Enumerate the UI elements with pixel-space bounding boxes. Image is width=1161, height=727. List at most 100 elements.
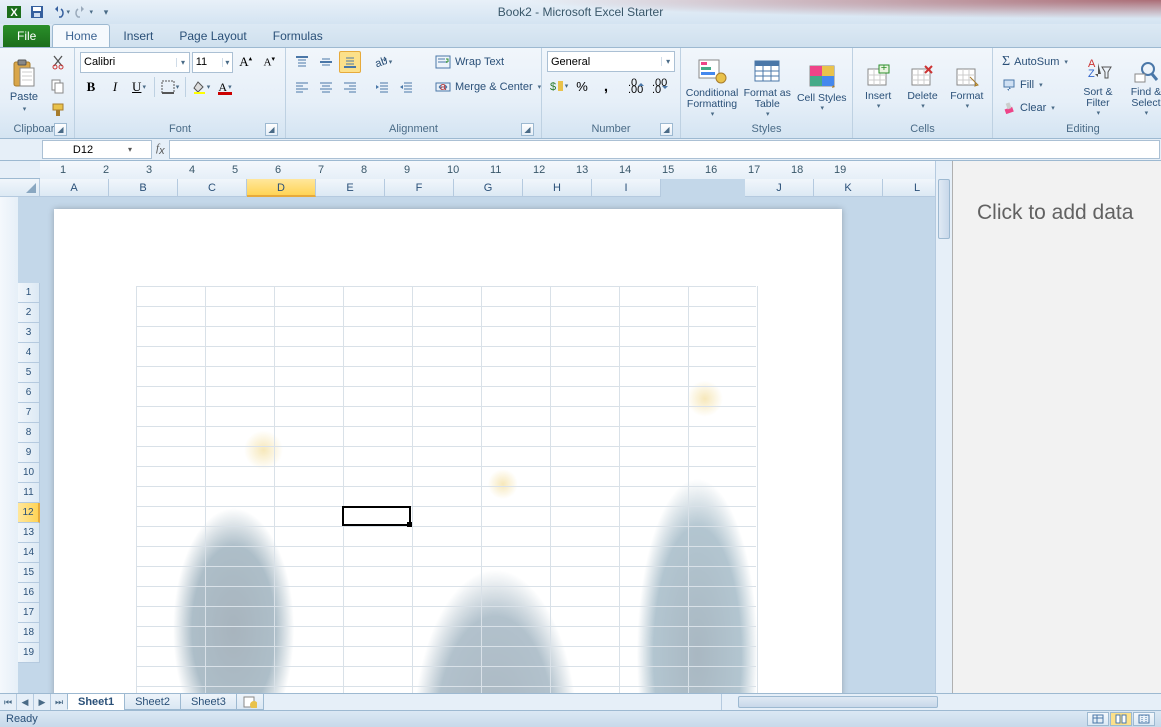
decrease-decimal-icon[interactable]: .00.0 (649, 75, 671, 97)
column-header[interactable]: H (523, 179, 592, 197)
comma-icon[interactable]: , (595, 75, 617, 97)
sheet-tab[interactable]: Sheet1 (67, 694, 125, 710)
merge-center-button[interactable]: aMerge & Center▾ (431, 76, 545, 98)
row-header[interactable]: 10 (18, 463, 40, 483)
orientation-icon[interactable]: ab▾ (371, 51, 393, 73)
paste-button[interactable]: Paste▾ (5, 51, 43, 122)
increase-decimal-icon[interactable]: .0.00 (625, 75, 647, 97)
format-as-table-button[interactable]: Format as Table▾ (742, 51, 793, 122)
underline-icon[interactable]: U▾ (128, 76, 150, 98)
column-header[interactable]: F (385, 179, 454, 197)
new-sheet-icon[interactable] (236, 694, 264, 710)
row-header[interactable]: 3 (18, 323, 40, 343)
row-header[interactable]: 18 (18, 623, 40, 643)
sheet-tab[interactable]: Sheet3 (180, 694, 237, 710)
sheet-tab[interactable]: Sheet2 (124, 694, 181, 710)
row-header[interactable]: 16 (18, 583, 40, 603)
column-header[interactable]: I (592, 179, 661, 197)
grow-font-icon[interactable]: A▴ (235, 51, 257, 73)
delete-cells-button[interactable]: Delete▾ (902, 51, 942, 122)
column-header[interactable]: B (109, 179, 178, 197)
align-center-icon[interactable] (315, 76, 337, 98)
autosum-button[interactable]: ΣAutoSum▾ (998, 51, 1072, 73)
normal-view-icon[interactable] (1087, 712, 1109, 726)
format-painter-icon[interactable] (47, 99, 69, 121)
row-header[interactable]: 6 (18, 383, 40, 403)
fill-button[interactable]: Fill▾ (998, 74, 1072, 96)
bold-icon[interactable]: B (80, 76, 102, 98)
decrease-indent-icon[interactable] (371, 76, 393, 98)
tab-home[interactable]: Home (52, 24, 110, 47)
insert-cells-button[interactable]: +Insert▾ (858, 51, 898, 122)
align-middle-icon[interactable] (315, 51, 337, 73)
name-box[interactable]: ▾ (42, 140, 152, 159)
row-header[interactable]: 8 (18, 423, 40, 443)
row-header[interactable]: 17 (18, 603, 40, 623)
number-format-combo[interactable]: ▾ (547, 51, 675, 72)
sheet-nav-last-icon[interactable]: ⏭ (51, 694, 68, 710)
row-header[interactable]: 19 (18, 643, 40, 663)
copy-icon[interactable] (47, 75, 69, 97)
align-bottom-icon[interactable] (339, 51, 361, 73)
align-right-icon[interactable] (339, 76, 361, 98)
align-left-icon[interactable] (291, 76, 313, 98)
row-header[interactable]: 14 (18, 543, 40, 563)
increase-indent-icon[interactable] (395, 76, 417, 98)
qat-customize-icon[interactable]: ▾ (96, 2, 116, 22)
row-header[interactable]: 5 (18, 363, 40, 383)
column-header[interactable]: E (316, 179, 385, 197)
shrink-font-icon[interactable]: A▾ (258, 51, 280, 73)
sheet-nav-prev-icon[interactable]: ◀ (17, 694, 34, 710)
row-header[interactable]: 15 (18, 563, 40, 583)
font-dialog-icon[interactable]: ◢ (265, 123, 278, 136)
align-top-icon[interactable] (291, 51, 313, 73)
font-name-combo[interactable]: ▾ (80, 52, 190, 73)
formula-input[interactable] (169, 140, 1160, 159)
row-header[interactable]: 13 (18, 523, 40, 543)
side-panel[interactable]: Click to add data (952, 161, 1161, 693)
font-color-icon[interactable]: A▾ (214, 76, 236, 98)
row-header[interactable]: 2 (18, 303, 40, 323)
tab-formulas[interactable]: Formulas (260, 24, 336, 47)
row-header[interactable]: 12 (18, 503, 40, 523)
accounting-icon[interactable]: $▾ (547, 75, 569, 97)
worksheet-area[interactable] (40, 197, 952, 693)
sort-filter-button[interactable]: AZSort & Filter▾ (1076, 51, 1120, 122)
select-all-corner[interactable] (0, 179, 40, 197)
conditional-formatting-button[interactable]: Conditional Formatting▾ (686, 51, 738, 122)
page-break-view-icon[interactable] (1133, 712, 1155, 726)
alignment-dialog-icon[interactable]: ◢ (521, 123, 534, 136)
wrap-text-button[interactable]: Wrap Text (431, 51, 545, 73)
column-header[interactable]: J (745, 179, 814, 197)
borders-icon[interactable]: ▾ (159, 76, 181, 98)
sheet-nav-next-icon[interactable]: ▶ (34, 694, 51, 710)
column-header[interactable]: D (247, 179, 316, 197)
fill-color-icon[interactable]: ▾ (190, 76, 212, 98)
font-size-combo[interactable]: ▾ (192, 52, 233, 73)
percent-icon[interactable]: % (571, 75, 593, 97)
number-dialog-icon[interactable]: ◢ (660, 123, 673, 136)
file-tab[interactable]: File (3, 25, 50, 47)
clear-button[interactable]: Clear▾ (998, 97, 1072, 119)
column-header[interactable]: K (814, 179, 883, 197)
row-header[interactable]: 11 (18, 483, 40, 503)
vertical-scrollbar[interactable] (935, 197, 952, 693)
redo-icon[interactable]: ▾ (73, 2, 93, 22)
find-select-button[interactable]: Find & Select▾ (1124, 51, 1161, 122)
format-cells-button[interactable]: Format▾ (947, 51, 987, 122)
sheet-nav-first-icon[interactable]: ⏮ (0, 694, 17, 710)
row-header[interactable]: 7 (18, 403, 40, 423)
cut-icon[interactable] (47, 51, 69, 73)
row-header[interactable]: 9 (18, 443, 40, 463)
cell-styles-button[interactable]: Cell Styles▾ (797, 51, 848, 122)
undo-icon[interactable]: ▾ (50, 2, 70, 22)
tab-page-layout[interactable]: Page Layout (166, 24, 259, 47)
save-icon[interactable] (27, 2, 47, 22)
horizontal-scrollbar[interactable] (721, 694, 1161, 710)
excel-icon[interactable]: X (4, 2, 24, 22)
column-header[interactable]: G (454, 179, 523, 197)
tab-insert[interactable]: Insert (110, 24, 166, 47)
fx-icon[interactable]: fx (156, 142, 165, 157)
column-header[interactable]: A (40, 179, 109, 197)
page-layout-view-icon[interactable] (1110, 712, 1132, 726)
